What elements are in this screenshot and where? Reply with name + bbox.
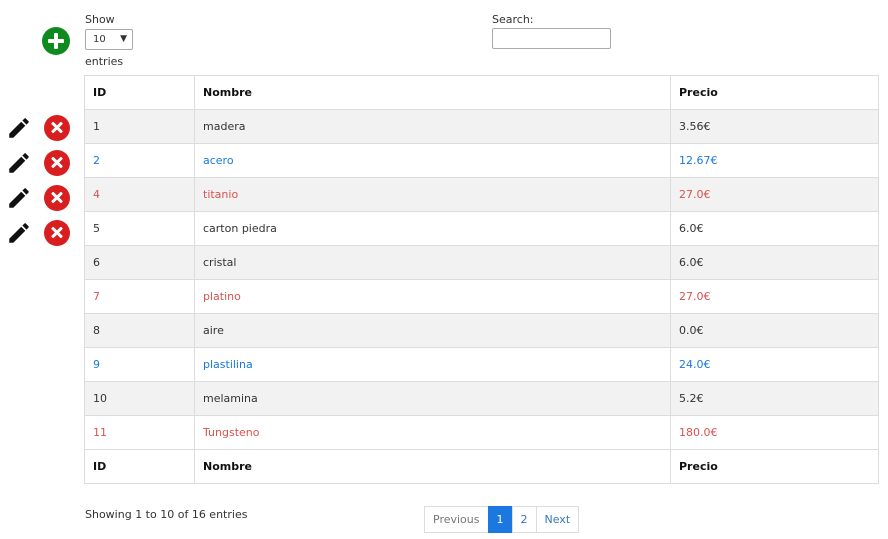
cell-id: 1 (84, 109, 195, 144)
show-label: Show (85, 13, 115, 26)
cell-id: 9 (84, 347, 195, 382)
table-row: 2 acero 12.67€ (84, 143, 879, 178)
dropdown-arrow-icon: ▼ (120, 34, 127, 44)
cell-id: 10 (84, 381, 195, 416)
delete-icon[interactable] (44, 150, 70, 176)
cell-nombre: plastilina (194, 347, 671, 382)
edit-pencil-icon[interactable] (6, 220, 32, 246)
cell-nombre: madera (194, 109, 671, 144)
pagination: Previous 1 2 Next (424, 506, 580, 533)
table-row: 7 platino 27.0€ (84, 279, 879, 314)
table-row: 5 carton piedra 6.0€ (84, 211, 879, 246)
delete-icon[interactable] (44, 220, 70, 246)
cell-precio: 180.0€ (670, 415, 879, 450)
previous-button[interactable]: Previous (424, 506, 489, 533)
edit-pencil-icon[interactable] (6, 150, 32, 176)
cell-id: 7 (84, 279, 195, 314)
table-row: 1 madera 3.56€ (84, 109, 879, 144)
cell-precio: 0.0€ (670, 313, 879, 348)
data-table: ID Nombre Precio 1 madera 3.56€ 2 acero 12.67… (84, 75, 879, 484)
column-header-precio[interactable]: Precio (670, 75, 879, 110)
table-info: Showing 1 to 10 of 16 entries (85, 508, 248, 521)
search-label: Search: (492, 13, 534, 26)
column-header-nombre[interactable]: Nombre (194, 75, 671, 110)
cell-nombre: Tungsteno (194, 415, 671, 450)
footer-header-nombre: Nombre (194, 449, 671, 484)
length-select-value: 10 (93, 34, 106, 45)
delete-icon[interactable] (44, 115, 70, 141)
cell-id: 6 (84, 245, 195, 280)
cell-precio: 3.56€ (670, 109, 879, 144)
edit-pencil-icon[interactable] (6, 115, 32, 141)
cell-nombre: melamina (194, 381, 671, 416)
entries-label: entries (85, 55, 124, 68)
page-1-button[interactable]: 1 (487, 506, 513, 533)
table-row: 4 titanio 27.0€ (84, 177, 879, 212)
edit-pencil-icon[interactable] (6, 185, 32, 211)
cell-id: 11 (84, 415, 195, 450)
cell-nombre: titanio (194, 177, 671, 212)
table-row: 10 melamina 5.2€ (84, 381, 879, 416)
footer-header-precio: Precio (670, 449, 879, 484)
cell-precio: 6.0€ (670, 211, 879, 246)
cell-id: 5 (84, 211, 195, 246)
cell-nombre: aire (194, 313, 671, 348)
cell-precio: 12.67€ (670, 143, 879, 178)
cell-precio: 5.2€ (670, 381, 879, 416)
cell-id: 4 (84, 177, 195, 212)
cell-nombre: acero (194, 143, 671, 178)
search-input[interactable] (492, 28, 611, 49)
table-row: 9 plastilina 24.0€ (84, 347, 879, 382)
entries-length-select[interactable]: 10 ▼ (85, 29, 133, 50)
next-button[interactable]: Next (535, 506, 580, 533)
table-footer-row: ID Nombre Precio (84, 449, 879, 484)
cell-precio: 27.0€ (670, 177, 879, 212)
cell-nombre: platino (194, 279, 671, 314)
cell-nombre: carton piedra (194, 211, 671, 246)
add-item-icon[interactable] (42, 27, 70, 55)
cell-precio: 6.0€ (670, 245, 879, 280)
table-row: 11 Tungsteno 180.0€ (84, 415, 879, 450)
cell-id: 2 (84, 143, 195, 178)
cell-precio: 24.0€ (670, 347, 879, 382)
table-row: 6 cristal 6.0€ (84, 245, 879, 280)
footer-header-id: ID (84, 449, 195, 484)
table-row: 8 aire 0.0€ (84, 313, 879, 348)
page-2-button[interactable]: 2 (511, 506, 537, 533)
cell-id: 8 (84, 313, 195, 348)
cell-precio: 27.0€ (670, 279, 879, 314)
delete-icon[interactable] (44, 185, 70, 211)
column-header-id[interactable]: ID (84, 75, 195, 110)
table-header-row: ID Nombre Precio (84, 75, 879, 110)
cell-nombre: cristal (194, 245, 671, 280)
